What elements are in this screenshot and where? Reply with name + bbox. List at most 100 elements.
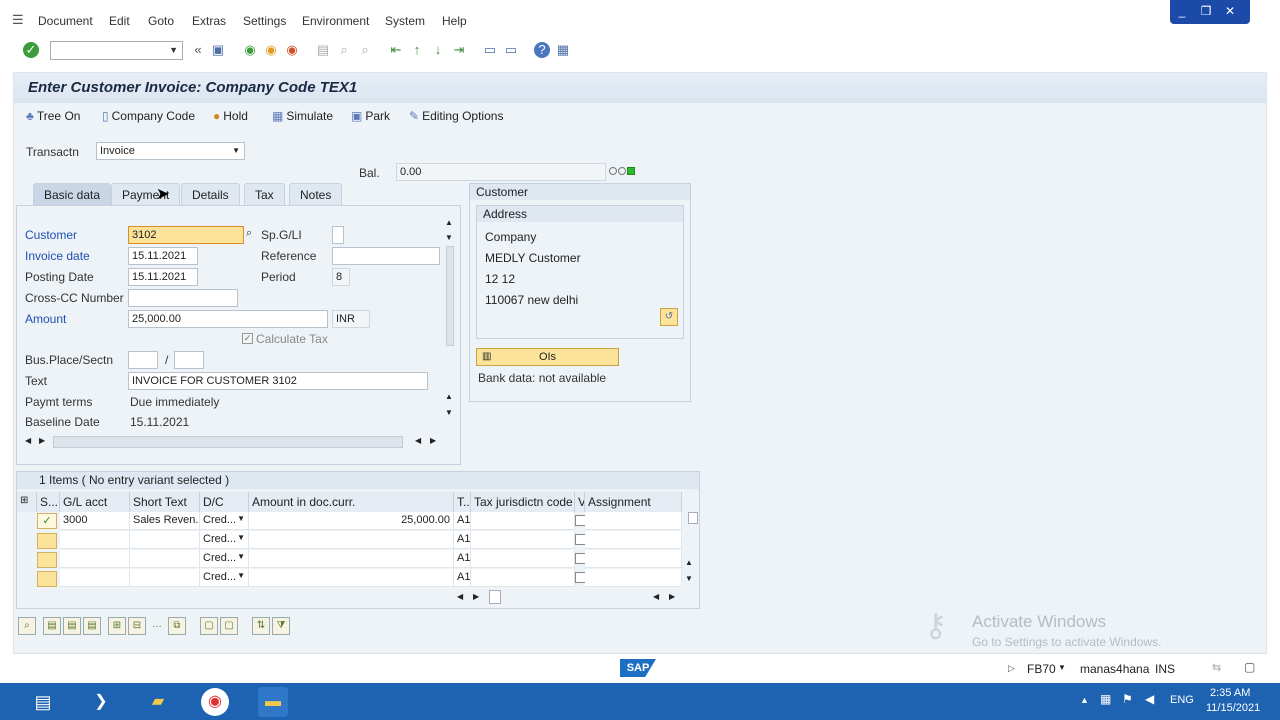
col-assignment[interactable]: Assignment [585,492,682,512]
table-vertical-scrollbar[interactable] [688,512,698,524]
posting-date-input[interactable]: 15.11.2021 [128,268,198,286]
tax-code-cell[interactable]: A1 [454,531,471,549]
menu-document[interactable]: Document [38,14,93,28]
start-icon[interactable]: ▤ [28,687,58,717]
tax-code-cell[interactable]: A1 [454,512,471,530]
copy-row-icon[interactable]: ⧉ [168,617,186,635]
back-icon[interactable]: ◉ [242,42,258,58]
menu-extras[interactable]: Extras [192,14,226,28]
tab-basic-data[interactable]: Basic data [33,183,112,205]
col-tax-code[interactable]: T... [454,492,471,512]
last-page-icon[interactable]: ⇥ [451,42,467,58]
layout-menu-icon[interactable]: ▦ [555,42,571,58]
col-v[interactable]: V [575,492,585,512]
sort-icon[interactable]: ⇅ [252,617,270,635]
scroll-down-2-icon[interactable]: ▼ [445,408,453,417]
chevron-down-icon[interactable]: ▼ [1058,663,1066,672]
gl-acct-cell[interactable]: 3000 [60,512,130,530]
scroll-up-2-icon[interactable]: ▲ [445,392,453,401]
invoice-date-input[interactable]: 15.11.2021 [128,247,198,265]
short-text-cell[interactable]: Sales Reven... [130,512,200,530]
close-icon[interactable]: ✕ [1218,0,1242,22]
tray-flag-icon[interactable]: ⚑ [1122,692,1133,706]
calculate-tax-checkbox[interactable]: ✓ [242,333,253,344]
filter-icon[interactable]: ⧩ [272,617,290,635]
tray-time[interactable]: 2:35 AM [1210,687,1250,699]
assignment-cell[interactable] [585,550,682,568]
busplace-input[interactable] [128,351,158,369]
amount-input[interactable]: 25,000.00 [128,310,328,328]
previous-page-icon[interactable]: ↑ [409,42,425,58]
scroll-down-icon[interactable]: ▼ [445,233,453,242]
print-icon[interactable]: ▤ [315,42,331,58]
gl-acct-cell[interactable] [60,550,130,568]
dc-cell[interactable]: Cred... ▼ [200,512,249,530]
short-text-cell[interactable] [130,569,200,587]
menu-icon[interactable]: ☰ [12,12,24,28]
tax-jurisdiction-cell[interactable] [471,550,575,568]
amount-cell[interactable]: 25,000.00 [249,512,454,530]
row-check-icon[interactable]: ✓ [37,513,57,529]
row-selector[interactable] [37,533,57,549]
customer-input[interactable]: 3102 [128,226,244,244]
park-button[interactable]: ▣ Park [351,109,390,123]
menu-help[interactable]: Help [442,14,467,28]
tray-volume-icon[interactable]: ◀ [1145,692,1154,706]
col-status[interactable]: S... [37,492,60,512]
dc-cell[interactable]: Cred... ▼ [200,531,249,549]
next-page-icon[interactable]: ↓ [430,42,446,58]
tab-details[interactable]: Details [181,183,240,205]
save-icon[interactable]: ▣ [210,42,226,58]
tax-code-cell[interactable]: A1 [454,569,471,587]
table-scroll-right-icon[interactable]: ▶ [473,592,479,601]
tab-payment[interactable]: Payment [111,183,181,205]
table-scroll-up-icon[interactable]: ▲ [685,558,693,567]
status-transaction[interactable]: FB70 [1027,662,1056,676]
new-session-icon[interactable]: ▭ [482,42,498,58]
powershell-icon[interactable]: ❯ [86,687,116,717]
tray-date[interactable]: 11/15/2021 [1206,702,1260,714]
crosscc-input[interactable] [128,289,238,307]
tray-language[interactable]: ENG [1170,694,1194,706]
gl-acct-cell[interactable] [60,531,130,549]
select-block-icon[interactable]: ▤ [83,617,101,635]
col-dc[interactable]: D/C [200,492,249,512]
tax-jurisdiction-cell[interactable] [471,531,575,549]
assignment-cell[interactable] [585,531,682,549]
cancel-icon[interactable]: ◉ [284,42,300,58]
sap-logon-icon[interactable]: ▬ [258,687,288,717]
col-amount[interactable]: Amount in doc.curr. [249,492,454,512]
amount-cell[interactable] [249,531,454,549]
scroll-right-icon[interactable]: ▶ [39,436,45,445]
menu-environment[interactable]: Environment [302,14,369,28]
exit-icon[interactable]: ◉ [263,42,279,58]
search-help-icon[interactable]: ⌕ [246,227,260,243]
dc-cell[interactable]: Cred... ▼ [200,569,249,587]
minimize-icon[interactable]: _ [1170,0,1194,22]
first-page-icon[interactable]: ⇤ [388,42,404,58]
tray-network-icon[interactable]: ▦ [1100,692,1111,706]
row-selector[interactable] [37,571,57,587]
ois-button[interactable]: ▥ OIs [476,348,619,366]
item-details-icon[interactable]: ⌕ [18,617,36,635]
tree-on-button[interactable]: ♣ Tree On [26,109,80,123]
delete-row-icon[interactable]: ⊟ [128,617,146,635]
tray-up-icon[interactable]: ▲ [1080,695,1089,705]
table-scroll-left-2-icon[interactable]: ◀ [653,592,659,601]
amount-cell[interactable] [249,569,454,587]
more-icon[interactable]: … [148,617,166,635]
session-icon[interactable]: ▢ [1244,660,1255,674]
period-input[interactable]: 8 [332,268,350,286]
spgl-input[interactable] [332,226,344,244]
editing-options-button[interactable]: ✎ Editing Options [409,109,503,123]
scroll-right-2-icon[interactable]: ▶ [430,436,436,445]
menu-goto[interactable]: Goto [148,14,174,28]
assignment-cell[interactable] [585,512,682,530]
tax-jurisdiction-cell[interactable] [471,569,575,587]
paste-icon[interactable]: ▢ [220,617,238,635]
row-selector[interactable] [37,552,57,568]
table-scroll-right-2-icon[interactable]: ▶ [669,592,675,601]
scroll-left-2-icon[interactable]: ◀ [415,436,421,445]
status-toggle-icon[interactable]: ▷ [1008,663,1015,674]
restore-icon[interactable]: ❐ [1194,0,1218,22]
